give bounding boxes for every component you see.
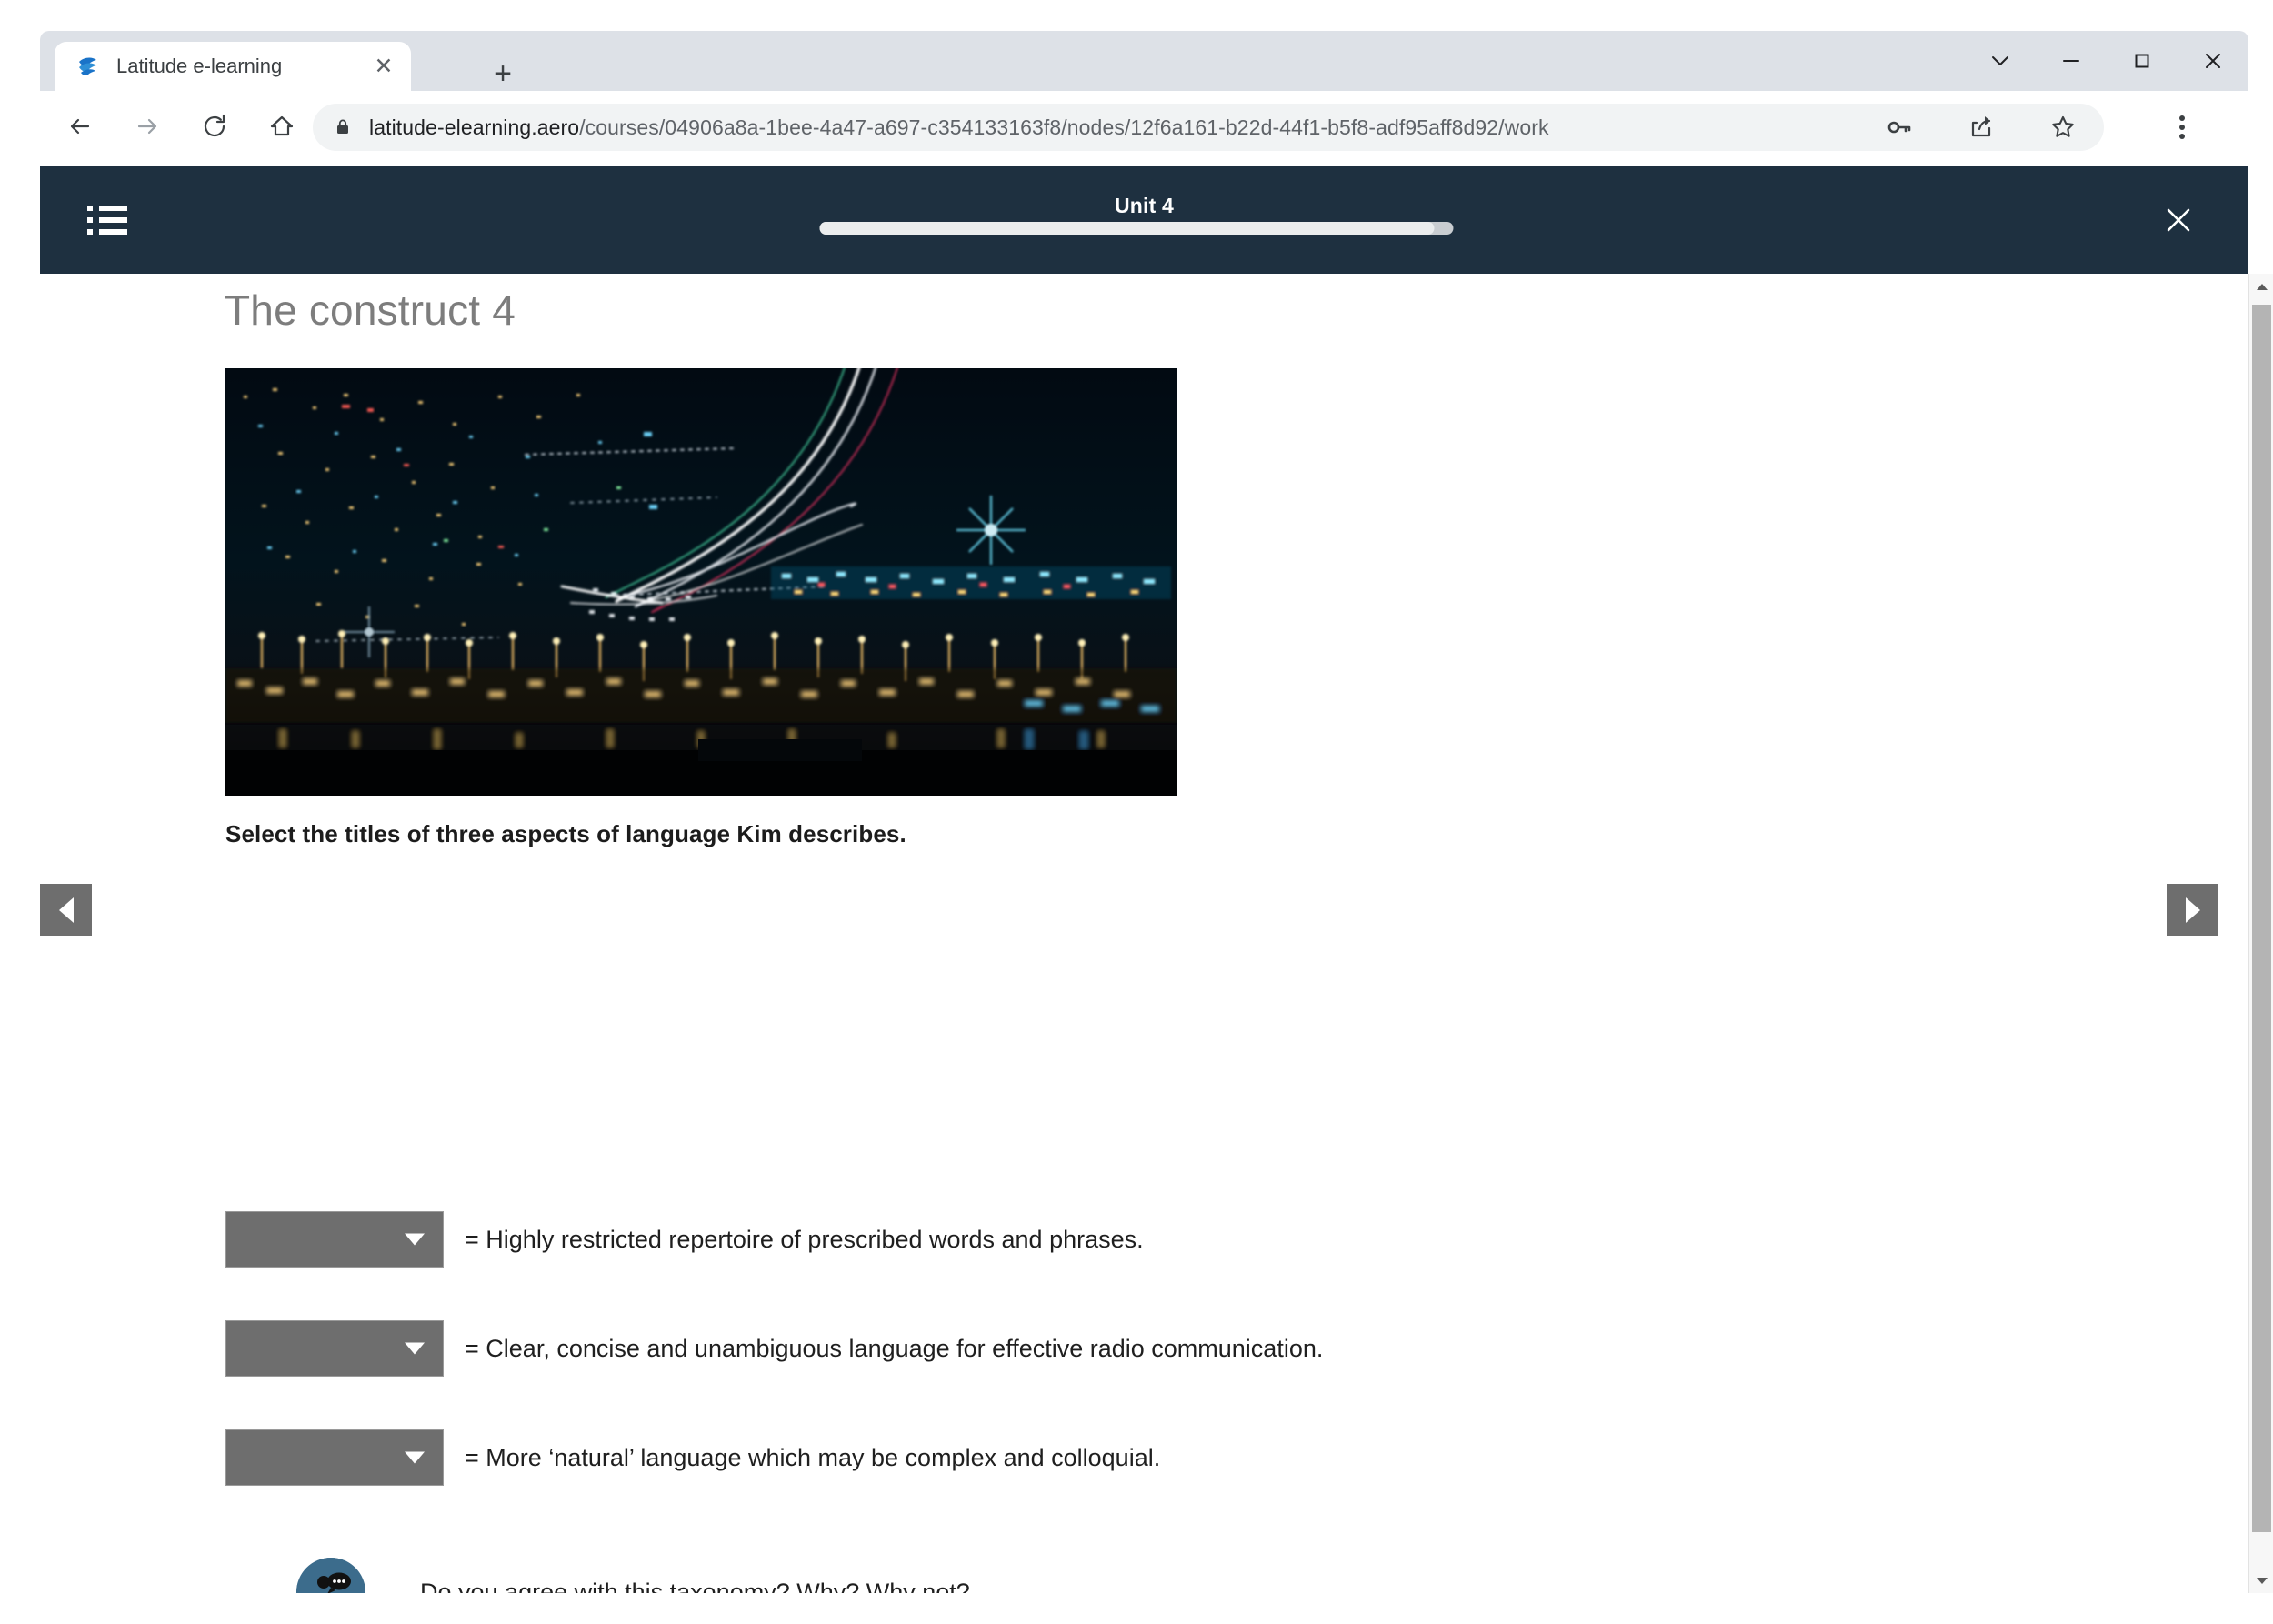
star-icon[interactable] xyxy=(2039,104,2087,151)
question-prompt: Select the titles of three aspects of la… xyxy=(225,820,906,847)
answer-dropdown-3[interactable] xyxy=(225,1429,444,1486)
triangle-up-icon xyxy=(2256,283,2268,290)
equals-sign: = xyxy=(465,1443,479,1471)
lesson-content: The construct 4 Select the titles of thr… xyxy=(40,274,2248,1593)
tab-title: Latitude e-learning xyxy=(116,55,283,77)
home-icon[interactable] xyxy=(255,99,309,154)
key-icon[interactable] xyxy=(1876,104,1923,151)
tab-strip: Latitude e-learning ✕ + xyxy=(40,31,2248,91)
browser-toolbar: latitude-elearning.aero/courses/04906a8a… xyxy=(40,91,2248,162)
answer-row: = Clear, concise and unambiguous languag… xyxy=(225,1320,1323,1377)
previous-page-button[interactable] xyxy=(40,884,92,936)
arrow-right-icon[interactable] xyxy=(120,99,175,154)
equals-sign: = xyxy=(465,1225,479,1253)
browser-tab[interactable]: Latitude e-learning ✕ xyxy=(55,42,411,91)
chevron-down-icon xyxy=(405,1233,425,1246)
answer-row: = Highly restricted repertoire of prescr… xyxy=(225,1211,1144,1268)
scroll-down-button[interactable] xyxy=(2249,1568,2273,1593)
kebab-menu-icon[interactable] xyxy=(2158,104,2206,151)
tab-close-icon[interactable]: ✕ xyxy=(367,50,400,83)
page-title: The construct 4 xyxy=(225,286,516,334)
window-controls xyxy=(1965,31,2248,91)
answer-row: = More ‘natural’ language which may be c… xyxy=(225,1429,1160,1486)
answer-dropdown-2[interactable] xyxy=(225,1320,444,1377)
url-path: /courses/04906a8a-1bee-4a47-a697-c354133… xyxy=(579,115,1549,139)
lesson-hero-image xyxy=(225,368,1177,796)
latitude-logo-icon xyxy=(75,53,102,80)
lesson-progress-bar xyxy=(819,222,1454,235)
lesson-progress-fill xyxy=(819,222,1435,235)
chevron-down-icon xyxy=(405,1451,425,1464)
answer-dropdown-1[interactable] xyxy=(225,1211,444,1268)
discussion-text: Do you agree with this taxonomy? Why? Wh… xyxy=(420,1578,970,1594)
discussion-prompt: Do you agree with this taxonomy? Why? Wh… xyxy=(296,1558,970,1593)
maximize-icon[interactable] xyxy=(2107,31,2178,91)
unit-title: Unit 4 xyxy=(1114,194,1175,217)
share-icon[interactable] xyxy=(1958,104,2005,151)
discussion-person-speech-bubble-icon xyxy=(296,1558,365,1593)
reload-icon[interactable] xyxy=(187,99,242,154)
answer-label-2: Clear, concise and unambiguous language … xyxy=(486,1334,1324,1362)
equals-sign: = xyxy=(465,1334,479,1362)
url-text: latitude-elearning.aero/courses/04906a8a… xyxy=(369,115,1549,140)
url-host: latitude-elearning.aero xyxy=(369,115,580,139)
new-tab-button[interactable]: + xyxy=(484,55,522,93)
arrow-left-icon[interactable] xyxy=(53,99,107,154)
answer-label-3: More ‘natural’ language which may be com… xyxy=(486,1443,1161,1471)
chevron-down-icon xyxy=(405,1342,425,1355)
browser-window: Latitude e-learning ✕ + latitude-elearni… xyxy=(0,0,2273,1624)
omnibox-actions xyxy=(1858,104,2104,151)
vertical-scrollbar[interactable] xyxy=(2248,274,2273,1593)
answer-label-1: Highly restricted repertoire of prescrib… xyxy=(486,1225,1144,1253)
triangle-right-icon xyxy=(2185,897,2200,923)
close-icon[interactable] xyxy=(2152,194,2205,246)
triangle-left-icon xyxy=(58,897,74,923)
minimize-icon[interactable] xyxy=(2036,31,2107,91)
answer-text-3: = More ‘natural’ language which may be c… xyxy=(465,1444,1160,1472)
answer-text-2: = Clear, concise and unambiguous languag… xyxy=(465,1335,1323,1363)
address-bar[interactable]: latitude-elearning.aero/courses/04906a8a… xyxy=(313,104,1940,151)
lock-icon xyxy=(331,115,355,139)
answer-text-1: = Highly restricted repertoire of prescr… xyxy=(465,1226,1144,1254)
scroll-up-button[interactable] xyxy=(2249,274,2273,299)
scrollbar-thumb[interactable] xyxy=(2252,305,2271,1532)
close-icon[interactable] xyxy=(2178,31,2248,91)
chevron-down-icon[interactable] xyxy=(1965,31,2036,91)
next-page-button[interactable] xyxy=(2167,884,2218,936)
triangle-down-icon xyxy=(2256,1577,2268,1584)
lesson-header: Unit 4 xyxy=(40,166,2248,274)
